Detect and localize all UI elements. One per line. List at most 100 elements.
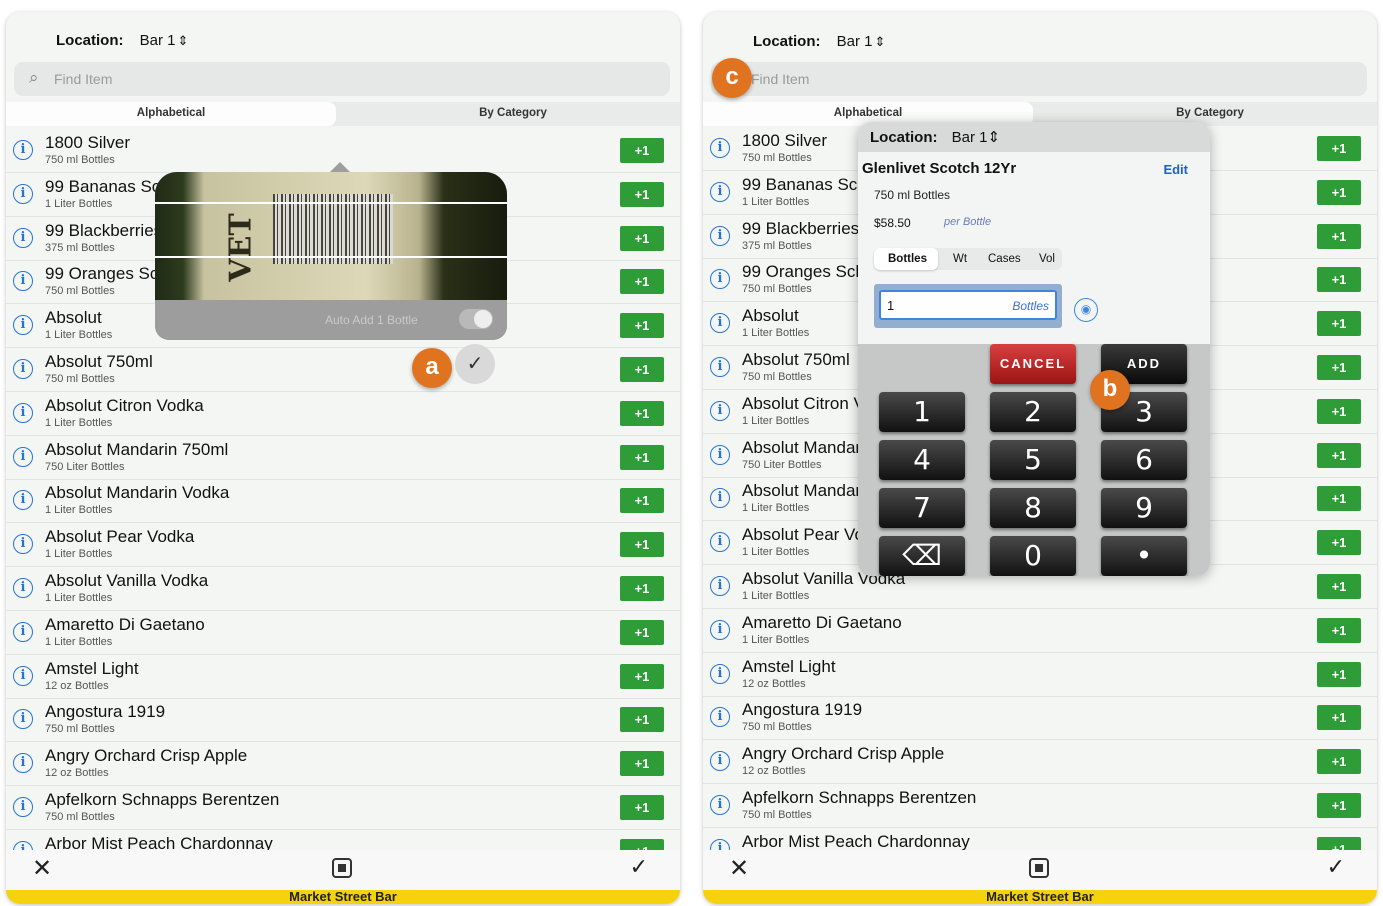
key-8[interactable]: 8: [990, 488, 1076, 528]
info-icon[interactable]: i: [13, 709, 33, 730]
add-one-button[interactable]: +1: [620, 269, 664, 295]
add-one-button[interactable]: +1: [1317, 793, 1361, 818]
add-one-button[interactable]: +1: [1317, 574, 1361, 599]
list-item[interactable]: i Apfelkorn Schnapps Berentzen 750 ml Bott…: [703, 784, 1377, 828]
info-icon[interactable]: i: [710, 707, 730, 728]
add-one-button[interactable]: +1: [620, 532, 664, 558]
info-icon[interactable]: i: [710, 225, 730, 246]
info-icon[interactable]: i: [13, 753, 33, 774]
cancel-button[interactable]: CANCEL: [990, 344, 1076, 384]
location-selector[interactable]: Location: Bar 1 ⇕: [753, 33, 885, 50]
add-one-button[interactable]: +1: [1317, 179, 1361, 205]
add-one-button[interactable]: +1: [620, 181, 664, 207]
backspace-key[interactable]: ⌫: [879, 536, 965, 576]
add-one-button[interactable]: +1: [620, 619, 664, 645]
decimal-key[interactable]: •: [1101, 536, 1187, 576]
add-one-button[interactable]: +1: [620, 795, 664, 820]
list-item[interactable]: i Absolut Citron Vodka 1 Liter Bottles +1: [6, 392, 680, 436]
close-icon[interactable]: ✕: [32, 854, 52, 883]
barcode-camera-view[interactable]: VET Auto Add 1 Bottle: [155, 172, 507, 340]
scan-icon[interactable]: [332, 858, 352, 878]
add-one-button[interactable]: +1: [1317, 136, 1361, 161]
list-item[interactable]: i Amstel Light 12 oz Bottles +1: [703, 653, 1377, 697]
add-one-button[interactable]: +1: [620, 576, 664, 601]
info-icon[interactable]: i: [710, 181, 730, 202]
info-icon[interactable]: i: [13, 665, 33, 686]
info-icon[interactable]: i: [13, 402, 33, 423]
add-one-button[interactable]: +1: [1317, 267, 1361, 293]
info-icon[interactable]: i: [13, 578, 33, 598]
add-one-button[interactable]: +1: [1317, 223, 1361, 249]
info-icon[interactable]: i: [710, 138, 730, 158]
info-icon[interactable]: i: [13, 359, 33, 379]
info-icon[interactable]: i: [13, 315, 33, 336]
tab-by-category[interactable]: By Category: [346, 102, 680, 126]
tab-alphabetical[interactable]: Alphabetical: [6, 102, 336, 126]
info-icon[interactable]: i: [13, 797, 33, 817]
info-icon[interactable]: i: [710, 619, 730, 640]
info-icon[interactable]: i: [13, 271, 33, 292]
add-one-button[interactable]: +1: [1317, 617, 1361, 643]
add-one-button[interactable]: +1: [620, 357, 664, 382]
list-item[interactable]: i Absolut 750ml 750 ml Bottles +1: [6, 348, 680, 392]
key-7[interactable]: 7: [879, 488, 965, 528]
key-1[interactable]: 1: [879, 392, 965, 432]
add-one-button[interactable]: +1: [620, 225, 664, 251]
info-icon[interactable]: i: [13, 534, 33, 555]
info-icon[interactable]: i: [710, 795, 730, 815]
key-2[interactable]: 2: [990, 392, 1076, 432]
add-one-button[interactable]: +1: [1317, 311, 1361, 337]
info-icon[interactable]: i: [13, 183, 33, 204]
add-one-button[interactable]: +1: [1317, 486, 1361, 512]
list-item[interactable]: i Amstel Light 12 oz Bottles +1: [6, 655, 680, 699]
info-icon[interactable]: i: [710, 576, 730, 596]
location-selector[interactable]: Location: Bar 1 ⇕: [56, 32, 188, 49]
add-one-button[interactable]: +1: [1317, 749, 1361, 775]
list-item[interactable]: i Absolut Vanilla Vodka 1 Liter Bottles +1: [6, 567, 680, 611]
info-icon[interactable]: i: [13, 621, 33, 642]
quantity-input[interactable]: 1 Bottles: [879, 290, 1057, 320]
camera-confirm-checkmark-icon[interactable]: ✓: [455, 344, 495, 384]
add-one-button[interactable]: +1: [1317, 530, 1361, 556]
list-item[interactable]: i Absolut Pear Vodka 1 Liter Bottles +1: [6, 523, 680, 568]
unit-tab-wt[interactable]: Wt: [953, 253, 967, 265]
list-item[interactable]: i Absolut Mandarin Vodka 1 Liter Bottles +1: [6, 479, 680, 524]
add-one-button[interactable]: +1: [1317, 398, 1361, 424]
add-one-button[interactable]: +1: [1317, 661, 1361, 687]
key-4[interactable]: 4: [879, 440, 965, 480]
add-one-button[interactable]: +1: [620, 444, 664, 470]
add-one-button[interactable]: +1: [1317, 355, 1361, 380]
info-icon[interactable]: i: [710, 313, 730, 334]
add-one-button[interactable]: +1: [620, 488, 664, 514]
checkmark-icon[interactable]: ✓: [630, 854, 648, 880]
popup-location-selector[interactable]: Location: Bar 1⇕: [858, 122, 1210, 152]
add-one-button[interactable]: +1: [620, 138, 664, 163]
info-icon[interactable]: i: [710, 357, 730, 377]
info-icon[interactable]: i: [710, 400, 730, 421]
info-icon[interactable]: i: [710, 532, 730, 553]
unit-tab-bottles[interactable]: Bottles: [888, 253, 927, 265]
info-icon[interactable]: i: [13, 446, 33, 467]
list-item[interactable]: i Angostura 1919 750 ml Bottles +1: [6, 698, 680, 743]
add-one-button[interactable]: +1: [620, 400, 664, 426]
add-one-button[interactable]: +1: [620, 663, 664, 689]
unit-tab-cases[interactable]: Cases: [988, 253, 1021, 265]
info-icon[interactable]: i: [710, 444, 730, 465]
add-one-button[interactable]: +1: [620, 707, 664, 733]
key-6[interactable]: 6: [1101, 440, 1187, 480]
info-icon[interactable]: i: [13, 490, 33, 511]
search-input[interactable]: ⌕ Find Item: [711, 62, 1367, 96]
add-one-button[interactable]: +1: [620, 313, 664, 339]
checkmark-icon[interactable]: ✓: [1327, 854, 1345, 880]
add-one-button[interactable]: +1: [1317, 442, 1361, 468]
list-item[interactable]: i Amaretto Di Gaetano 1 Liter Bottles +1: [6, 611, 680, 655]
edit-button[interactable]: Edit: [1163, 162, 1188, 177]
list-item[interactable]: i Apfelkorn Schnapps Berentzen 750 ml Bott…: [6, 786, 680, 830]
key-0[interactable]: 0: [990, 536, 1076, 576]
close-icon[interactable]: ✕: [729, 854, 749, 883]
info-icon[interactable]: i: [13, 227, 33, 248]
key-5[interactable]: 5: [990, 440, 1076, 480]
add-one-button[interactable]: +1: [1317, 705, 1361, 731]
info-icon[interactable]: i: [710, 663, 730, 684]
voice-icon[interactable]: ◉: [1074, 298, 1098, 322]
